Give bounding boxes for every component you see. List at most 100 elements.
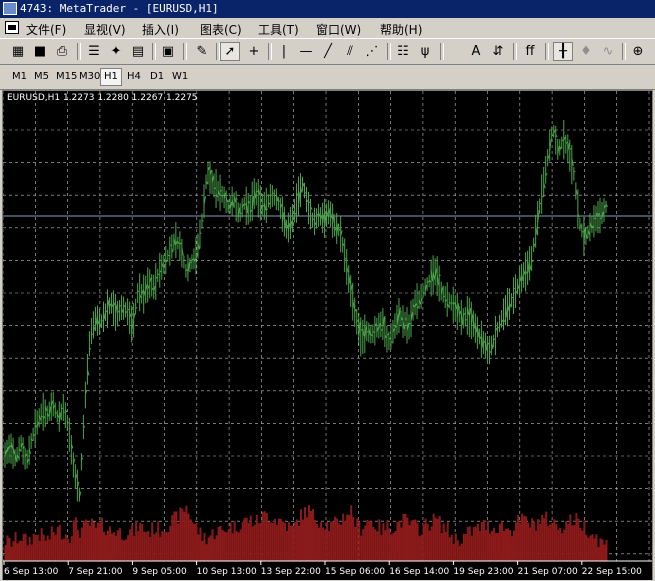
volume-bar bbox=[430, 526, 433, 561]
volume-bar bbox=[561, 533, 564, 561]
price-bar-close-tick bbox=[101, 319, 104, 322]
volume-bar bbox=[86, 522, 89, 561]
volume-bar bbox=[444, 531, 447, 561]
horizontal-line-icon[interactable]: — bbox=[296, 42, 316, 61]
line-chart-icon[interactable]: ∿ bbox=[598, 42, 618, 61]
volume-bar bbox=[127, 535, 130, 561]
andrews-pitchfork-icon[interactable]: ψ bbox=[415, 42, 435, 61]
volume-bar bbox=[147, 530, 150, 561]
menu-bar: 文件(F) 显视(V) 插入(I) 图表(C) 工具(T) 窗口(W) 帮助(H… bbox=[0, 18, 655, 39]
vertical-line-icon[interactable]: | bbox=[274, 42, 294, 61]
timeframe-m1[interactable]: M1 bbox=[9, 68, 30, 86]
volume-bar bbox=[535, 530, 538, 561]
volume-bar bbox=[581, 530, 584, 561]
bar-chart-icon[interactable]: ╂ bbox=[553, 42, 573, 61]
volume-bar bbox=[571, 525, 574, 561]
timeframe-d1[interactable]: D1 bbox=[147, 68, 167, 86]
volume-bar bbox=[281, 521, 284, 561]
menu-tools[interactable]: 工具(T) bbox=[258, 21, 299, 38]
volume-bar bbox=[241, 522, 244, 561]
chart-canvas[interactable]: 6 Sep 13:00 7 Sep 21:00 9 Sep 05:00 10 Sep … bbox=[3, 91, 652, 580]
volume-bar bbox=[332, 521, 335, 561]
volume-bar bbox=[34, 534, 37, 561]
volume-bar bbox=[159, 536, 162, 561]
zoom-in-icon[interactable]: ⊕ bbox=[628, 42, 648, 61]
volume-bar bbox=[201, 540, 204, 561]
volume-bar bbox=[32, 533, 35, 561]
volume-bar bbox=[74, 517, 77, 561]
candlestick-icon[interactable]: ♦ bbox=[576, 42, 596, 61]
volume-bar bbox=[235, 531, 238, 561]
gann-fan-icon[interactable]: ⋰ bbox=[362, 42, 382, 61]
channel-icon[interactable]: ⫽ bbox=[340, 42, 360, 61]
menu-insert[interactable]: 插入(I) bbox=[142, 21, 179, 38]
volume-bar bbox=[107, 530, 110, 561]
strategy-tester-icon[interactable]: ▣ bbox=[158, 42, 178, 61]
volume-bar bbox=[231, 533, 234, 561]
crosshair-icon[interactable]: + bbox=[244, 42, 264, 61]
chart-window-icon[interactable] bbox=[5, 21, 19, 34]
terminal-icon[interactable]: ▤ bbox=[128, 42, 148, 61]
volume-bar bbox=[448, 537, 451, 561]
new-chart-icon[interactable]: ▦ bbox=[8, 42, 28, 61]
fibonacci-fan-icon[interactable]: ff bbox=[520, 42, 540, 61]
price-bar-close-tick bbox=[219, 190, 222, 192]
x-tick-label: 6 Sep 13:00 bbox=[4, 567, 59, 577]
price-chart[interactable]: 6 Sep 13:00 7 Sep 21:00 9 Sep 05:00 10 Sep … bbox=[3, 91, 652, 580]
menu-window[interactable]: 窗口(W) bbox=[316, 21, 361, 38]
volume-bar bbox=[543, 518, 546, 561]
menu-help[interactable]: 帮助(H) bbox=[380, 21, 422, 38]
volume-bar bbox=[145, 531, 148, 561]
fibonacci-icon[interactable]: ☷ bbox=[393, 42, 413, 61]
volume-bar bbox=[219, 525, 222, 561]
volume-bar bbox=[137, 531, 140, 561]
volume-bar bbox=[119, 527, 122, 561]
volume-bar bbox=[223, 531, 226, 561]
print-icon[interactable]: ⎙ bbox=[52, 42, 72, 61]
volume-bar bbox=[336, 518, 339, 561]
volume-bar bbox=[30, 544, 33, 561]
navigator-icon[interactable]: ✦ bbox=[106, 42, 126, 61]
volume-bar bbox=[340, 524, 343, 561]
market-watch-icon[interactable]: ☰ bbox=[84, 42, 104, 61]
volume-bar bbox=[169, 525, 172, 561]
menu-charts[interactable]: 图表(C) bbox=[200, 21, 242, 38]
trendline-icon[interactable]: ╱ bbox=[318, 42, 338, 61]
timeframe-h1[interactable]: H1 bbox=[100, 68, 122, 86]
volume-bar bbox=[354, 526, 357, 561]
timeframe-h4[interactable]: H4 bbox=[124, 68, 144, 86]
volume-bar bbox=[109, 526, 112, 561]
menu-file[interactable]: 文件(F) bbox=[26, 21, 66, 38]
volume-bar bbox=[179, 507, 182, 561]
save-icon[interactable]: ■ bbox=[30, 42, 50, 61]
volume-bar bbox=[185, 505, 188, 561]
x-tick-label: 16 Sep 14:00 bbox=[389, 567, 449, 577]
volume-bar bbox=[352, 516, 355, 561]
volume-bar bbox=[98, 522, 101, 561]
timeframe-m5[interactable]: M5 bbox=[31, 68, 52, 86]
volume-bar bbox=[289, 525, 292, 561]
volume-bar bbox=[279, 518, 282, 561]
volume-bar bbox=[96, 522, 99, 561]
volume-bar bbox=[545, 511, 548, 561]
pencil-icon[interactable]: ✎ bbox=[192, 42, 212, 61]
volume-bar bbox=[450, 534, 453, 561]
volume-bar bbox=[492, 527, 495, 561]
volume-bar bbox=[504, 528, 507, 561]
volume-bar bbox=[334, 516, 337, 561]
volume-bar bbox=[42, 534, 45, 561]
volume-bar bbox=[555, 523, 558, 561]
volume-bar bbox=[163, 531, 166, 561]
menu-view[interactable]: 显视(V) bbox=[84, 21, 126, 38]
arrow-label-icon[interactable]: ⇵ bbox=[488, 42, 508, 61]
text-icon[interactable]: A bbox=[466, 42, 486, 61]
volume-bar bbox=[374, 529, 377, 561]
volume-bar bbox=[121, 539, 124, 561]
cursor-icon[interactable]: ➚ bbox=[220, 42, 240, 61]
timeframe-w1[interactable]: W1 bbox=[169, 68, 191, 86]
volume-bar bbox=[94, 527, 97, 561]
volume-bar bbox=[426, 523, 429, 561]
volume-bar bbox=[113, 532, 116, 561]
volume-bar bbox=[277, 518, 280, 561]
x-tick-label: 15 Sep 06:00 bbox=[325, 567, 385, 577]
